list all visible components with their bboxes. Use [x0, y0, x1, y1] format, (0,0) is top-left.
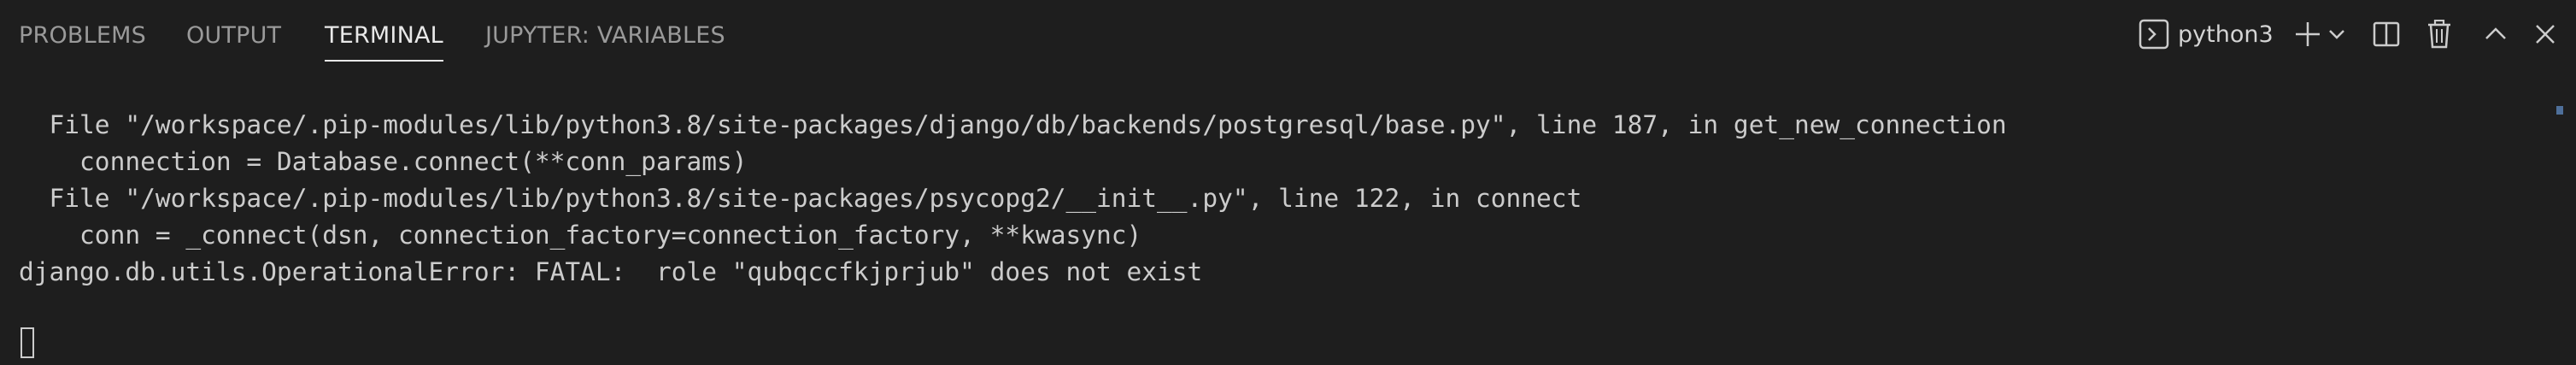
scrollbar-marker[interactable]	[2556, 106, 2563, 115]
shell-selector[interactable]: python3	[2139, 17, 2284, 51]
trash-icon	[2426, 20, 2452, 49]
chevron-down-icon	[2327, 25, 2346, 44]
terminal-line: File "/workspace/.pip-modules/lib/python…	[19, 110, 2007, 139]
terminal-icon	[2139, 19, 2169, 50]
tab-problems[interactable]: PROBLEMS	[19, 19, 146, 62]
panel-tabs: PROBLEMS OUTPUT TERMINAL JUPYTER: VARIAB…	[0, 0, 1025, 68]
tab-output[interactable]: OUTPUT	[186, 19, 281, 62]
new-terminal-button[interactable]	[2292, 17, 2323, 51]
tab-jupyter-variables[interactable]: JUPYTER: VARIABLES	[485, 19, 725, 62]
panel-toolbar: python3	[2098, 0, 2576, 68]
close-panel-button[interactable]	[2530, 17, 2561, 51]
plus-icon	[2293, 20, 2322, 49]
shell-label: python3	[2178, 21, 2274, 48]
chevron-up-icon	[2483, 21, 2509, 47]
terminal-line: django.db.utils.OperationalError: FATAL:…	[19, 257, 1203, 286]
terminal-line: conn = _connect(dsn, connection_factory=…	[19, 221, 1142, 250]
kill-terminal-button[interactable]	[2424, 17, 2455, 51]
terminal-cursor	[21, 327, 34, 358]
launch-profile-button[interactable]	[2327, 17, 2347, 51]
terminal-line: File "/workspace/.pip-modules/lib/python…	[19, 184, 1582, 213]
split-icon	[2373, 21, 2400, 48]
tab-terminal[interactable]: TERMINAL	[325, 19, 443, 62]
maximize-panel-button[interactable]	[2480, 17, 2511, 51]
close-icon	[2533, 22, 2557, 46]
terminal-panel: PROBLEMS OUTPUT TERMINAL JUPYTER: VARIAB…	[0, 0, 2576, 365]
terminal-line: connection = Database.connect(**conn_par…	[19, 147, 748, 176]
split-terminal-button[interactable]	[2371, 17, 2402, 51]
